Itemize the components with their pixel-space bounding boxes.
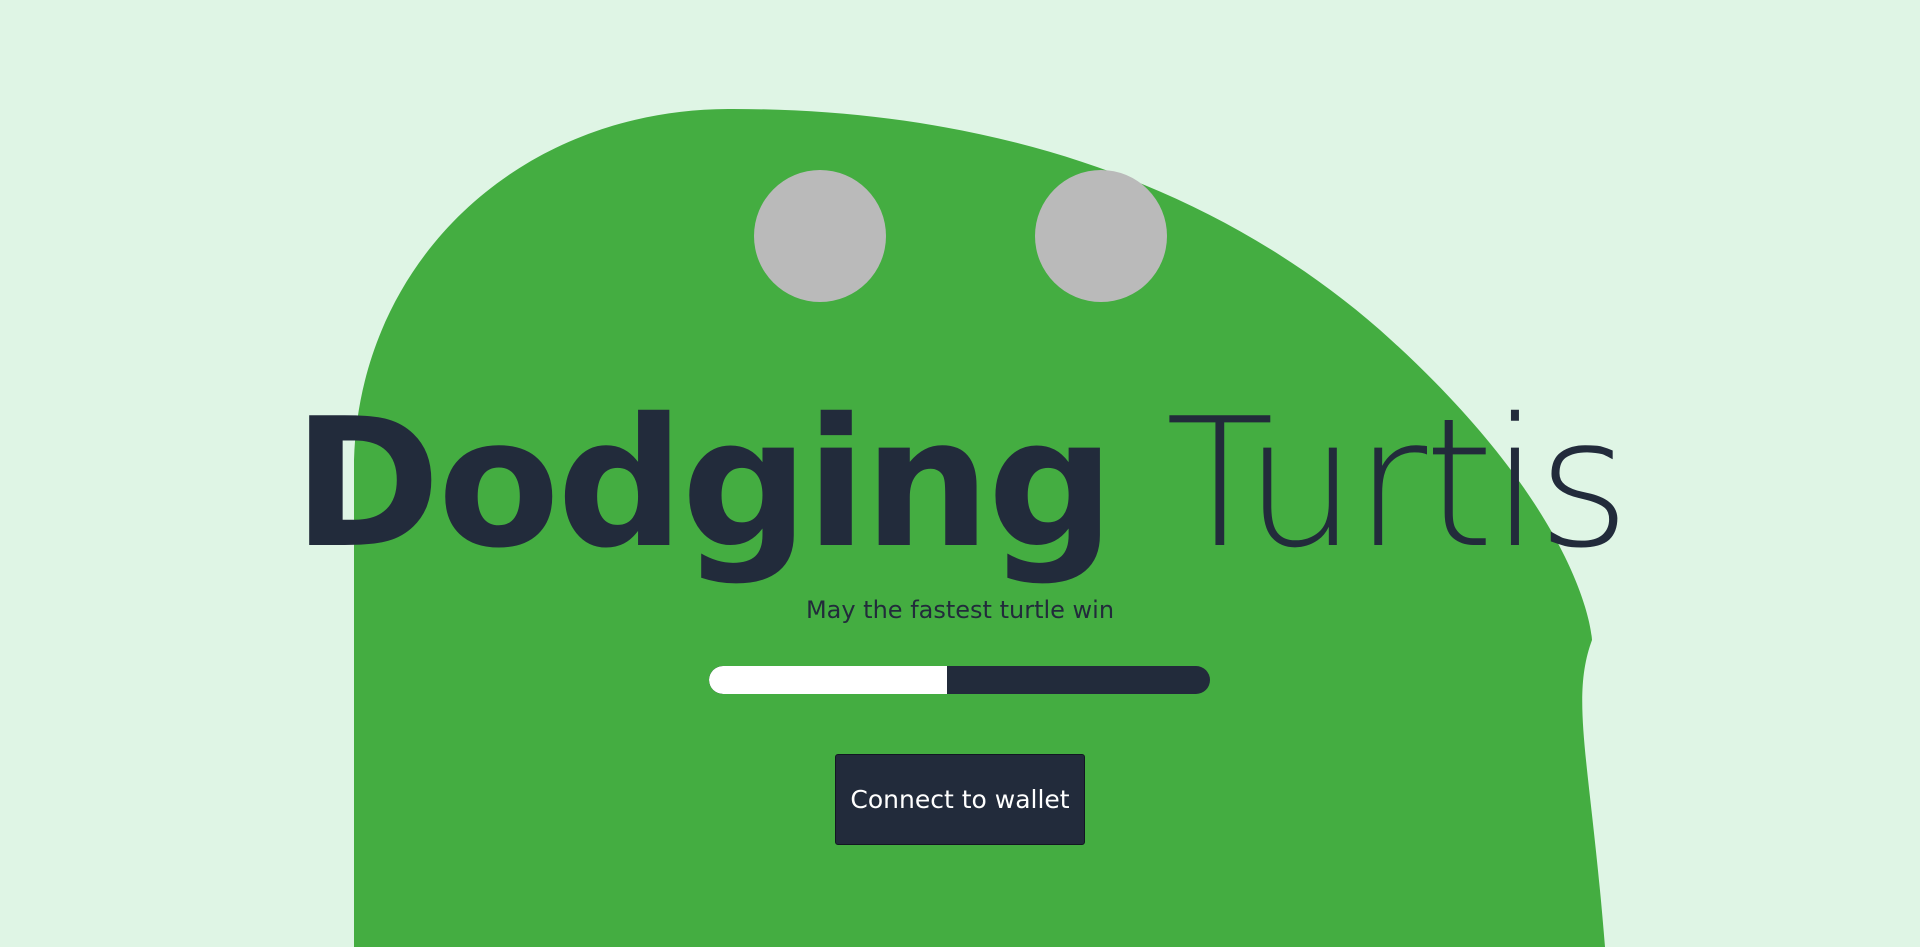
loading-progress-bar: [709, 666, 1210, 694]
connect-wallet-button[interactable]: Connect to wallet: [835, 754, 1085, 845]
game-title: Dodging Turtis: [0, 395, 1920, 573]
loading-progress-fill: [709, 666, 947, 694]
turtle-right-eye: [1035, 170, 1167, 302]
turtle-left-eye: [754, 170, 886, 302]
game-title-word-2: Turtis: [1165, 380, 1630, 587]
tagline: May the fastest turtle win: [805, 596, 1115, 624]
landing-page: Dodging Turtis May the fastest turtle wi…: [0, 0, 1920, 947]
game-title-word-1: Dodging: [292, 380, 1115, 587]
